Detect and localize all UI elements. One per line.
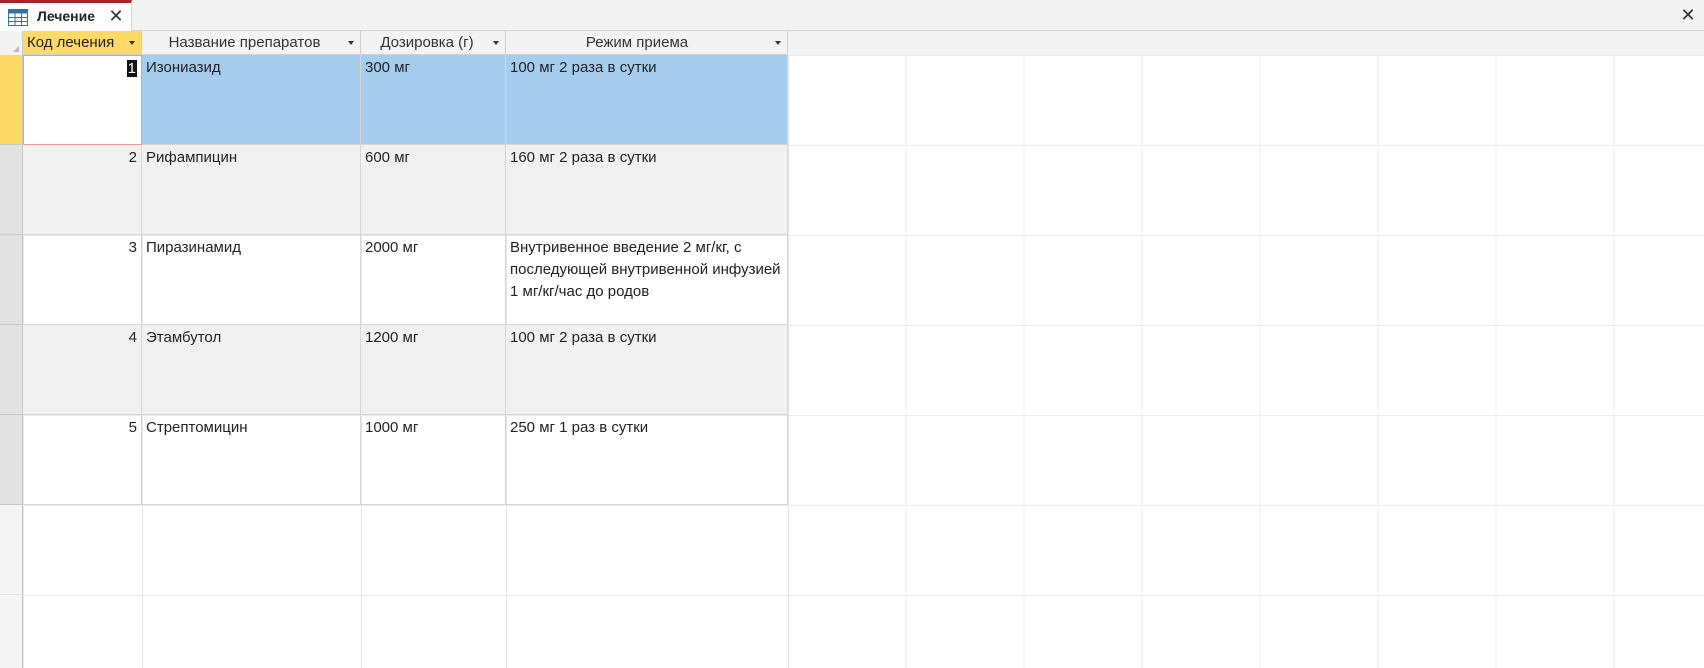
cell-dose[interactable]: 2000 мг — [361, 235, 506, 325]
table-icon — [8, 9, 28, 26]
document-tab-bar: Лечение ✕ ✕ — [0, 0, 1704, 31]
cell-regimen[interactable]: 250 мг 1 раз в сутки — [506, 415, 788, 505]
cell-name[interactable]: Пиразинамид — [142, 235, 361, 325]
cell-dose[interactable]: 300 мг — [361, 55, 506, 145]
row-selector[interactable] — [0, 595, 23, 668]
cell-id[interactable]: 2 — [23, 145, 142, 235]
chevron-down-icon[interactable] — [493, 41, 499, 45]
row-selector[interactable] — [0, 145, 23, 235]
cell-name[interactable]: Рифампицин — [142, 145, 361, 235]
select-all-corner[interactable] — [0, 31, 23, 55]
cell-regimen[interactable]: 160 мг 2 раза в сутки — [506, 145, 788, 235]
cell-dose[interactable]: 600 мг — [361, 145, 506, 235]
cell-id[interactable]: 4 — [23, 325, 142, 415]
row-selector[interactable] — [0, 415, 23, 505]
cell-name[interactable]: Стрептомицин — [142, 415, 361, 505]
close-tab-icon[interactable]: ✕ — [106, 5, 126, 27]
cell-name[interactable]: Этамбутол — [142, 325, 361, 415]
chevron-down-icon[interactable] — [348, 41, 354, 45]
close-window-icon[interactable]: ✕ — [1678, 4, 1698, 26]
row-selector[interactable] — [0, 235, 23, 325]
cell-id[interactable]: 1 — [23, 55, 142, 145]
cell-id[interactable]: 3 — [23, 235, 142, 325]
cell-regimen[interactable]: 100 мг 2 раза в сутки — [506, 325, 788, 415]
column-header-id[interactable]: Код лечения — [23, 31, 142, 55]
row-selector[interactable] — [0, 325, 23, 415]
chevron-down-icon[interactable] — [129, 41, 135, 45]
row-selector[interactable] — [0, 55, 23, 145]
column-header-row: Код лечения Название препаратов Дозировк… — [0, 31, 1704, 55]
column-header-regimen[interactable]: Режим приема — [506, 31, 788, 55]
tab-title: Лечение — [37, 8, 96, 24]
document-tab[interactable]: Лечение ✕ — [0, 0, 132, 31]
cell-regimen[interactable]: Внутривенное введение 2 мг/кг, с последу… — [506, 235, 788, 325]
cell-regimen[interactable]: 100 мг 2 раза в сутки — [506, 55, 788, 145]
cell-dose[interactable]: 1200 мг — [361, 325, 506, 415]
cell-id[interactable]: 5 — [23, 415, 142, 505]
datasheet-grid: Код лечения Название препаратов Дозировк… — [0, 31, 1704, 668]
cell-name[interactable]: Изониазид — [142, 55, 361, 145]
row-selector[interactable] — [0, 505, 23, 595]
cell-dose[interactable]: 1000 мг — [361, 415, 506, 505]
column-header-dose[interactable]: Дозировка (г) — [361, 31, 506, 55]
column-header-name[interactable]: Название препаратов — [142, 31, 361, 55]
chevron-down-icon[interactable] — [775, 41, 781, 45]
